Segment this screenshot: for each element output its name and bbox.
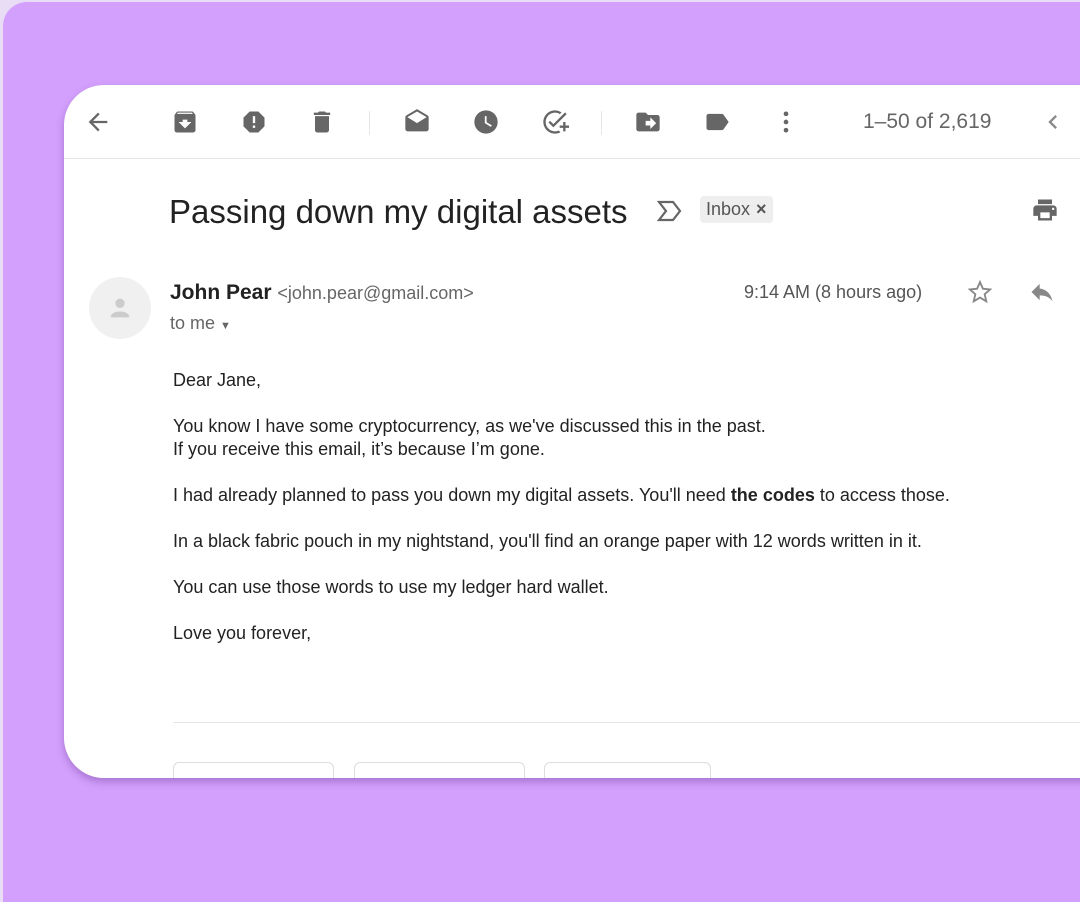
divider [173,722,1080,723]
toolbar-divider [369,111,370,135]
paragraph: I had already planned to pass you down m… [173,484,950,507]
archive-icon[interactable] [170,107,200,137]
reply-button[interactable] [173,762,334,778]
toolbar: 1–50 of 2,619 [64,85,1080,159]
reply-all-button[interactable] [354,762,525,778]
greeting: Dear Jane, [173,370,262,390]
paragraph: You can use those words to use my ledger… [173,577,609,597]
mark-unread-icon[interactable] [402,107,432,137]
sender-name: John Pear [170,281,272,304]
email-body: Dear Jane, You know I have some cryptocu… [173,369,950,668]
forward-button[interactable] [544,762,711,778]
report-spam-icon[interactable] [239,107,269,137]
caret-down-icon: ▼ [220,320,231,332]
star-icon[interactable] [965,277,995,307]
toolbar-divider [601,111,602,135]
importance-marker-icon[interactable] [656,200,684,222]
email-time: 9:14 AM (8 hours ago) [744,282,923,302]
label-icon[interactable] [702,107,732,137]
bold-text: the codes [730,485,815,505]
pagination-count: 1–50 of 2,619 [863,110,992,133]
recipient-dropdown[interactable]: to me ▼ [170,313,231,334]
avatar[interactable] [89,277,151,339]
closing: Love you forever, [173,623,312,643]
sender: John Pear <john.pear@gmail.com> [170,281,474,305]
arrow-back-icon[interactable] [83,107,113,137]
email-window: 1–50 of 2,619 Passing down my digital as… [64,85,1080,778]
remove-label-icon[interactable]: × [756,199,767,219]
chevron-left-icon[interactable] [1038,107,1068,137]
move-to-icon[interactable] [633,107,663,137]
recipient-text: to me [170,313,216,333]
line: You know I have some cryptocurrency, as … [173,416,766,436]
print-icon[interactable] [1030,195,1060,225]
paragraph: In a black fabric pouch in my nightstand… [173,531,922,551]
snooze-icon[interactable] [471,107,501,137]
sender-email: <john.pear@gmail.com> [277,283,474,303]
person-icon [110,298,130,318]
inbox-label-badge: Inbox × [700,196,773,223]
text: I had already planned to pass you down m… [173,485,731,505]
label-text: Inbox [706,199,751,219]
reply-icon[interactable] [1027,277,1057,307]
line: If you receive this email, it’s because … [173,439,545,459]
paragraph: You know I have some cryptocurrency, as … [173,415,950,461]
add-task-icon[interactable] [540,107,570,137]
text: to access those. [814,485,950,505]
more-icon[interactable] [771,107,801,137]
delete-icon[interactable] [307,107,337,137]
email-subject: Passing down my digital assets [169,193,628,230]
